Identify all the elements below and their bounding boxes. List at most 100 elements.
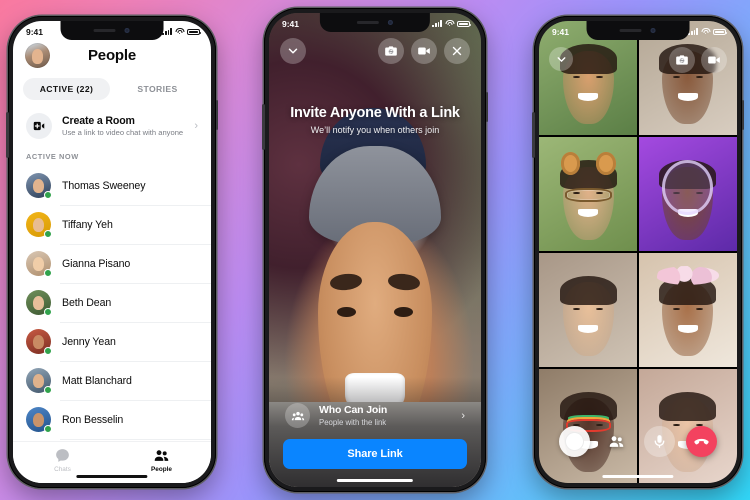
video-toggle-button[interactable] [701,47,727,73]
call-controls [539,426,737,457]
status-time: 9:41 [26,26,44,37]
phone-group-call: 9:41 [532,16,744,488]
phone2-notch [319,13,431,32]
profile-avatar[interactable] [25,43,50,68]
flip-camera-button[interactable] [378,38,404,64]
mic-button[interactable] [643,426,675,457]
tab-people[interactable]: People [112,447,211,473]
front-camera-icon [387,20,393,25]
close-x-icon [452,46,462,56]
online-status-dot [44,191,52,199]
tab-chats[interactable]: Chats [13,447,112,473]
online-status-dot [44,425,52,433]
tab-active[interactable]: ACTIVE (22) [23,78,110,100]
create-room-subtitle: Use a link to video chat with anyone [62,128,184,137]
list-item[interactable]: Gianna Pisano [13,244,211,283]
invite-bottom-panel: Who Can Join People with the link › Shar… [269,377,481,487]
home-indicator [76,474,148,478]
phone1-notch [60,21,164,40]
avatar [26,329,52,355]
participant-eye [673,307,680,310]
participant-eye [573,307,581,310]
tab-stories[interactable]: STORIES [114,78,201,100]
status-time: 9:41 [552,26,570,37]
chevron-down-icon [557,56,565,62]
person-name: Jenny Yean [62,335,116,348]
minimize-button[interactable] [280,38,306,64]
avatar [26,368,52,394]
person-name: Thomas Sweeney [62,179,146,192]
phone-people-list: 9:41 People ACTIVE (22) STORIES Create a… [6,16,218,488]
avatar [26,290,52,316]
people-icon [154,450,169,461]
invite-title: Invite Anyone With a Link [290,105,460,121]
earpiece-speaker-icon [356,21,379,24]
invite-subtitle: We’ll notify you when others join [310,125,440,135]
online-status-dot [44,269,52,277]
person-name: Gianna Pisano [62,257,131,270]
avatar [26,407,52,433]
list-item[interactable]: Beth Dean [13,283,211,322]
home-indicator [602,474,674,478]
microphone-icon [654,435,665,448]
call-top-bar [269,38,481,64]
participant-tile[interactable] [539,252,638,368]
list-item[interactable]: Thomas Sweeney [13,166,211,205]
add-people-button[interactable] [601,426,632,457]
avatar [26,212,52,238]
participant-hair [559,391,617,422]
front-camera-icon [124,28,130,33]
video-plus-icon [26,113,52,139]
end-call-icon [694,438,709,445]
invite-hero: Invite Anyone With a Link We’ll notify y… [269,105,481,135]
page-title: People [88,47,136,64]
share-link-button[interactable]: Share Link [283,439,467,469]
online-status-dot [44,308,52,316]
chevron-right-icon: › [194,119,198,132]
home-indicator [336,478,414,482]
list-item[interactable]: Ron Besselin [13,400,211,439]
flip-camera-button[interactable] [669,47,695,73]
people-tabs: ACTIVE (22) STORIES [13,72,211,104]
battery-icon [187,28,202,35]
effects-circle-icon [564,432,584,451]
online-status-dot [44,230,52,238]
people-icon [610,436,624,447]
effects-button[interactable] [558,426,590,457]
person-name: Matt Blanchard [62,374,132,387]
chevron-down-icon [288,48,298,54]
create-room-title: Create a Room [62,115,135,127]
wifi-icon [175,28,184,35]
participant-tile[interactable] [638,252,737,368]
list-item[interactable]: Tiffany Yeh [13,205,211,244]
create-room-text: Create a Room Use a link to video chat w… [62,115,184,137]
section-label-active-now: ACTIVE NOW [26,152,79,161]
who-can-join-title: Who Can Join [319,404,388,417]
flower-crown-filter-icon [656,266,720,285]
phone2-screen: 9:41 Invite Anyone With a Link We’ll not… [269,13,481,487]
phone3-notch [586,21,690,40]
end-call-button[interactable] [686,426,718,457]
astronaut-helmet-icon [662,159,714,215]
chat-bubble-icon [56,449,69,462]
battery-icon [713,28,728,35]
close-button[interactable] [444,38,470,64]
list-item[interactable]: Matt Blanchard [13,361,211,400]
avatar [26,251,52,277]
video-toggle-button[interactable] [411,38,437,64]
who-can-join-row[interactable]: Who Can Join People with the link › [283,403,467,439]
participant-tile[interactable] [638,136,737,252]
tab-people-label: People [151,466,172,473]
flip-camera-icon [676,55,688,65]
video-camera-icon [418,47,430,55]
create-room-row[interactable]: Create a Room Use a link to video chat w… [13,104,211,149]
participant-eye [596,307,603,310]
phone-invite-link: 9:41 Invite Anyone With a Link We’ll not… [262,8,488,492]
participant-tile[interactable] [539,136,638,252]
battery-icon [457,20,472,27]
wifi-icon [701,28,710,35]
list-item[interactable]: Jenny Yean [13,322,211,361]
cellular-signal-icon [688,28,698,35]
minimize-button[interactable] [549,47,573,71]
status-icons [162,28,202,35]
